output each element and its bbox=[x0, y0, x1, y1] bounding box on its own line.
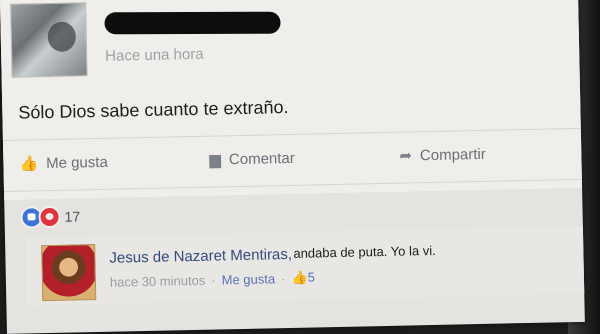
comment-button[interactable]: ▆ Comentar bbox=[209, 149, 295, 169]
thumbs-up-icon: 👍 bbox=[19, 155, 39, 173]
comment-like-button[interactable]: Me gusta bbox=[221, 271, 275, 287]
comment: Jesus de Nazaret Mentiras, andaba de put… bbox=[24, 225, 585, 306]
speech-bubble-icon: ▆ bbox=[209, 151, 222, 169]
meta-separator: · bbox=[211, 272, 216, 288]
share-label: Compartir bbox=[419, 145, 486, 164]
post-actions-bar: 👍 Me gusta ▆ Comentar ➦ Compartir bbox=[2, 127, 582, 192]
comment-label: Comentar bbox=[228, 149, 295, 168]
post-text: Sólo Dios sabe cuanto te extraño. bbox=[18, 96, 289, 123]
like-button[interactable]: 👍 Me gusta bbox=[19, 153, 108, 173]
meta-separator: · bbox=[280, 270, 286, 286]
post-card: Hace una hora Sólo Dios sabe cuanto te e… bbox=[0, 0, 583, 200]
commenter-name[interactable]: Jesus de Nazaret Mentiras, bbox=[109, 246, 292, 267]
redacted-poster-name bbox=[104, 11, 281, 35]
comment-timestamp[interactable]: hace 30 minutos bbox=[110, 272, 206, 289]
love-reaction-icon bbox=[38, 205, 61, 229]
thumbs-up-icon: 👍 bbox=[291, 269, 308, 285]
comment-like-count[interactable]: 👍5 bbox=[291, 269, 315, 285]
comment-like-count-value: 5 bbox=[307, 269, 316, 285]
comment-text: andaba de puta. Yo la vi. bbox=[293, 242, 436, 261]
reaction-count: 17 bbox=[64, 208, 81, 225]
share-arrow-icon: ➦ bbox=[399, 147, 413, 165]
commenter-avatar[interactable] bbox=[41, 244, 97, 302]
phone-screen: Hace una hora Sólo Dios sabe cuanto te e… bbox=[0, 0, 585, 334]
comment-meta: hace 30 minutos · Me gusta · 👍5 bbox=[110, 269, 315, 289]
reactions-summary[interactable]: 17 bbox=[20, 205, 81, 229]
share-button[interactable]: ➦ Compartir bbox=[399, 145, 486, 165]
avatar-figure bbox=[47, 21, 77, 53]
like-label: Me gusta bbox=[45, 153, 108, 172]
post-timestamp[interactable]: Hace una hora bbox=[105, 46, 204, 65]
poster-avatar[interactable] bbox=[10, 2, 88, 78]
